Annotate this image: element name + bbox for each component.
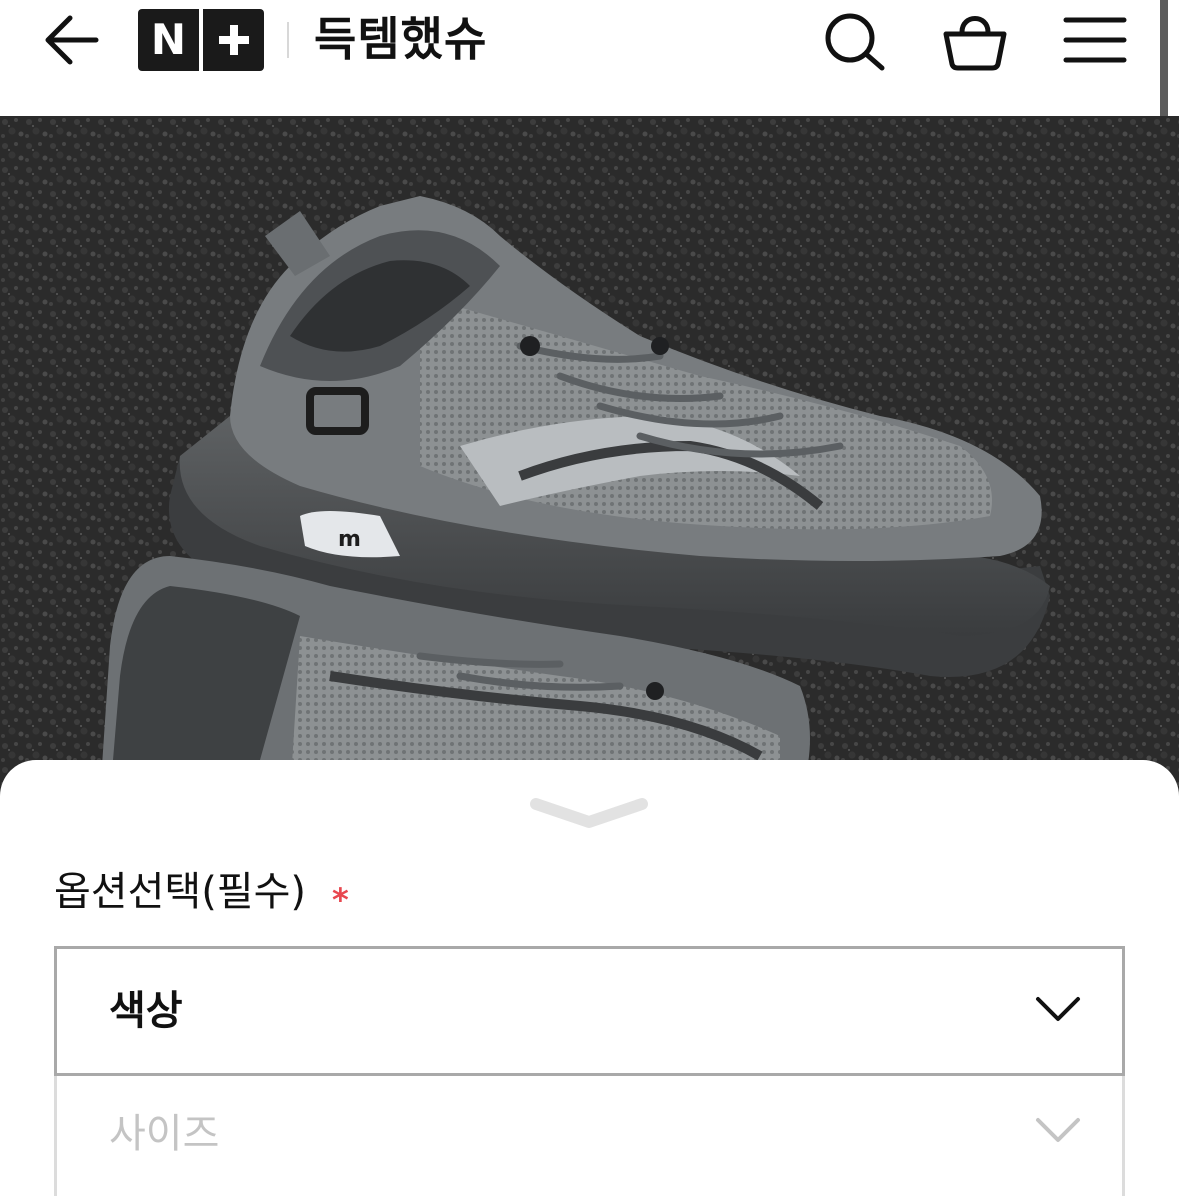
sheet-collapse-handle[interactable] <box>528 794 650 832</box>
scrollbar-thumb[interactable] <box>1160 0 1168 116</box>
back-button[interactable] <box>40 10 106 72</box>
size-select[interactable]: 사이즈 <box>54 1076 1125 1196</box>
header-separator <box>287 22 289 58</box>
color-select-label: 색상 <box>109 988 183 1034</box>
store-name[interactable]: 득템했슈 <box>314 6 487 72</box>
shopping-bag-icon <box>943 16 1007 71</box>
chevron-down-icon <box>1036 1118 1080 1142</box>
search-icon <box>825 13 885 71</box>
options-bottom-sheet: 옵션선택(필수) * 색상 사이즈 <box>0 760 1179 1200</box>
menu-icon <box>1063 17 1127 63</box>
logo-n-letter: N <box>150 15 187 64</box>
option-select-title: 옵션선택(필수) <box>54 869 307 915</box>
size-select-label: 사이즈 <box>109 1111 220 1157</box>
plus-icon <box>203 9 264 71</box>
product-image[interactable]: m <box>0 116 1179 796</box>
color-select[interactable]: 색상 <box>54 946 1125 1076</box>
svg-text:m: m <box>338 527 361 552</box>
naver-plus-logo[interactable]: N <box>138 9 264 71</box>
back-arrow-icon <box>45 15 99 65</box>
cart-button[interactable] <box>940 4 1010 74</box>
required-mark: * <box>332 881 349 919</box>
search-button[interactable] <box>820 8 890 74</box>
chevron-down-icon <box>1036 997 1080 1021</box>
menu-button[interactable] <box>1062 12 1128 68</box>
top-header: N 득템했슈 <box>0 0 1179 116</box>
chevron-down-icon <box>530 798 648 828</box>
